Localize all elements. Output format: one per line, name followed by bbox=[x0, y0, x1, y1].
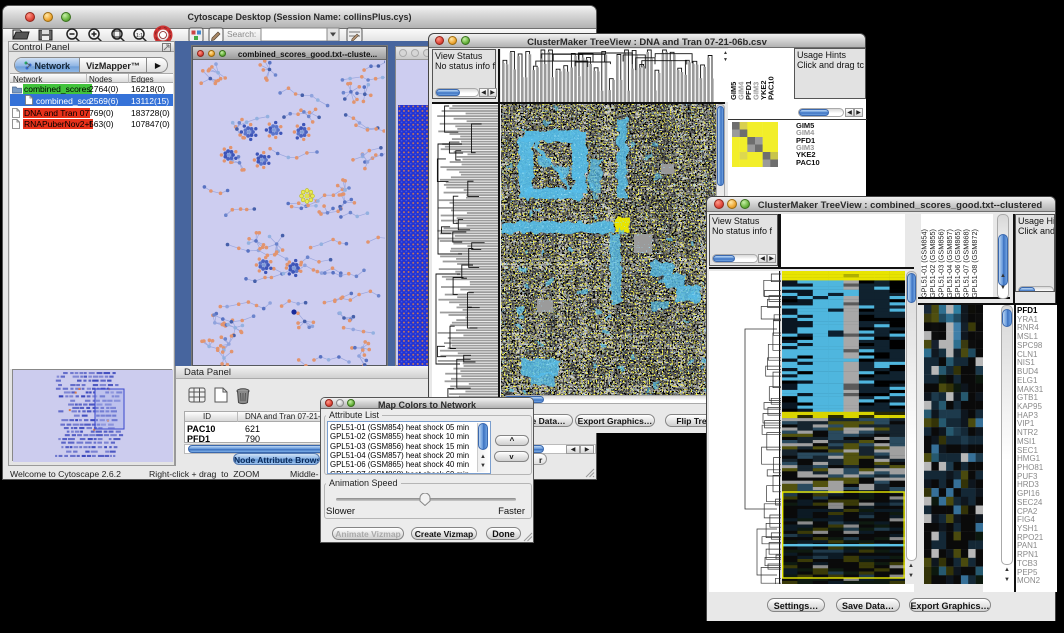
svg-text:Search:: Search: bbox=[227, 29, 256, 39]
svg-text:GPL51-08 (GSM872): GPL51-08 (GSM872) bbox=[970, 229, 979, 298]
svg-text:1:1: 1:1 bbox=[136, 33, 143, 39]
svg-text:PAC10: PAC10 bbox=[767, 76, 776, 100]
